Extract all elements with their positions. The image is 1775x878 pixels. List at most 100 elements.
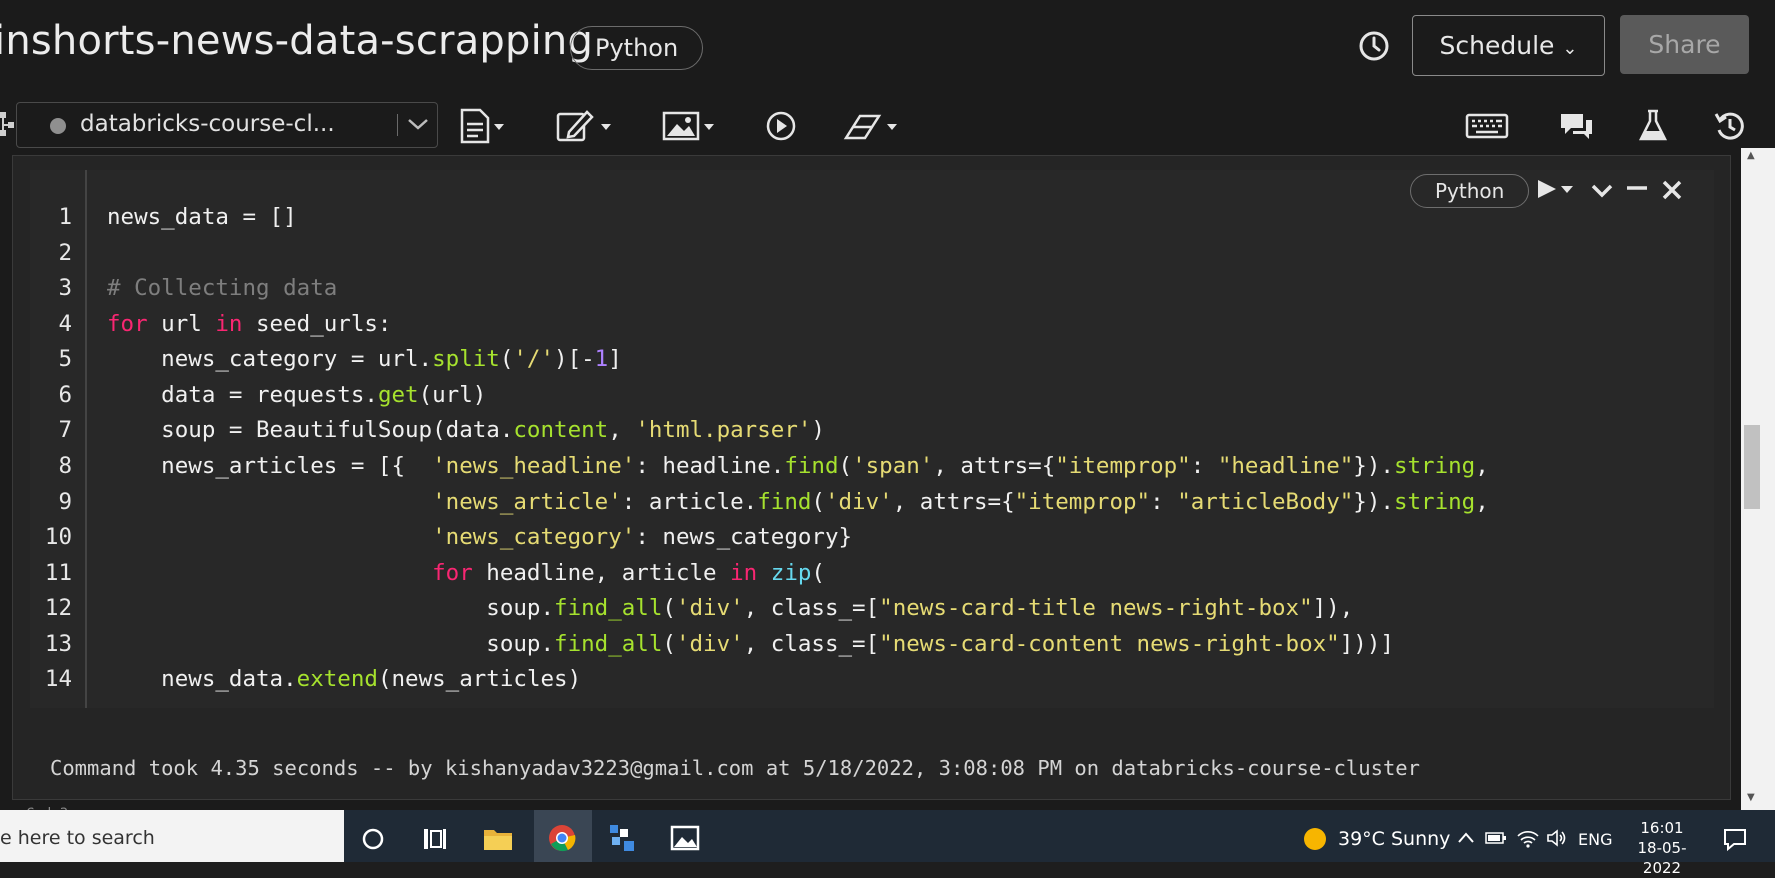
- edit-icon[interactable]: [555, 108, 617, 144]
- code-token: split: [432, 346, 500, 372]
- schedule-button[interactable]: Schedule ⌄: [1412, 15, 1605, 76]
- code-token: string: [1393, 453, 1476, 479]
- chevron-down-icon: ⌄: [1562, 38, 1578, 59]
- code-token: }).: [1353, 489, 1394, 515]
- code-token: )[-: [554, 346, 595, 372]
- code-token: # Collecting data: [107, 275, 338, 301]
- input-language[interactable]: ENG: [1578, 830, 1612, 849]
- code-token: news_articles = [{: [107, 453, 433, 479]
- line-number: 11: [44, 560, 72, 586]
- code-token: 'div': [675, 631, 744, 657]
- run-cell-icon[interactable]: [1536, 178, 1576, 200]
- app-grid-icon[interactable]: [608, 823, 638, 853]
- code-token: zip: [770, 560, 812, 586]
- code-token: :: [1190, 453, 1218, 479]
- chrome-icon[interactable]: [547, 823, 577, 853]
- volume-icon[interactable]: [1546, 828, 1568, 848]
- code-line-1: news_data = []: [107, 204, 297, 230]
- line-number: 2: [58, 240, 72, 266]
- code-token: soup.: [107, 631, 555, 657]
- battery-icon[interactable]: [1484, 830, 1508, 846]
- code-token: news_category = url.: [107, 346, 433, 372]
- chevron-down-icon[interactable]: [406, 116, 430, 132]
- code-token: , attrs={: [892, 489, 1015, 515]
- notifications-icon[interactable]: [1722, 826, 1748, 852]
- weather-text[interactable]: 39°C Sunny: [1338, 828, 1450, 850]
- code-token: 'span': [852, 453, 934, 479]
- line-number: 5: [58, 346, 72, 372]
- code-token: for: [432, 560, 473, 586]
- line-number: 13: [44, 631, 72, 657]
- clock-date: 18-05-2022: [1637, 839, 1687, 877]
- run-icon[interactable]: [764, 108, 798, 144]
- close-icon[interactable]: [1660, 178, 1684, 202]
- minimize-icon[interactable]: [1625, 180, 1649, 200]
- revision-history-icon[interactable]: [1714, 108, 1746, 144]
- code-token: (: [811, 489, 825, 515]
- code-token: '/': [513, 346, 555, 372]
- scrollbar-thumb[interactable]: [1744, 425, 1760, 509]
- code-token: (news_articles): [377, 666, 582, 692]
- weather-sun-icon: [1304, 828, 1326, 850]
- code-token: :: [1150, 489, 1178, 515]
- code-line-10: 'news_category': news_category}: [107, 524, 852, 550]
- code-token: : headline.: [635, 453, 785, 479]
- eraser-icon[interactable]: [843, 108, 901, 144]
- code-token: : news_category}: [635, 524, 853, 550]
- line-number: 8: [58, 453, 72, 479]
- image-icon[interactable]: [662, 108, 720, 144]
- code-token: ]),: [1312, 595, 1354, 621]
- code-token: ]))]: [1339, 631, 1394, 657]
- notebook-language-badge[interactable]: Python: [570, 26, 704, 70]
- notebook-title[interactable]: inshorts-news-data-scrapping: [0, 18, 593, 64]
- cluster-tree-icon: [0, 112, 14, 136]
- chevron-down-icon[interactable]: [1590, 180, 1614, 200]
- code-token: data = requests.: [107, 382, 378, 408]
- cortana-icon[interactable]: [360, 826, 386, 852]
- share-button[interactable]: Share: [1620, 15, 1749, 74]
- task-view-icon[interactable]: [422, 826, 448, 852]
- code-token: , attrs={: [933, 453, 1056, 479]
- line-number: 3: [58, 275, 72, 301]
- code-token: }).: [1353, 453, 1394, 479]
- code-line-4: for url in seed_urls:: [107, 311, 391, 337]
- code-token: find_all: [554, 595, 663, 621]
- code-token: (: [838, 453, 853, 479]
- code-token: find: [784, 453, 839, 479]
- chevron-up-icon[interactable]: [1456, 830, 1476, 846]
- code-token: 'div': [824, 489, 893, 515]
- scroll-up-arrow[interactable]: ▲: [1747, 150, 1755, 161]
- line-number: 6: [58, 382, 72, 408]
- code-line-12: soup.find_all('div', class_=["news-card-…: [107, 595, 1353, 621]
- code-line-3: # Collecting data: [107, 275, 337, 301]
- code-token: in: [730, 560, 758, 586]
- cell-language-badge[interactable]: Python: [1410, 174, 1530, 208]
- code-token: news_data = []: [107, 204, 297, 230]
- code-token: "news-card-title news-right-box": [879, 595, 1313, 621]
- code-token: (: [811, 560, 825, 586]
- command-result: Command took 4.35 seconds -- by kishanya…: [50, 756, 1420, 780]
- code-token: (: [499, 346, 514, 372]
- scroll-down-arrow[interactable]: ▼: [1747, 792, 1755, 803]
- code-token: soup = BeautifulSoup(data.: [107, 417, 514, 443]
- code-token: in: [215, 311, 243, 337]
- line-number: 9: [58, 489, 72, 515]
- code-token: 'news_article': [432, 489, 622, 515]
- flask-icon[interactable]: [1638, 108, 1668, 144]
- history-icon[interactable]: [1357, 29, 1391, 63]
- code-line-7: soup = BeautifulSoup(data.content, 'html…: [107, 417, 825, 443]
- code-token: 'news_headline': [432, 453, 636, 479]
- code-token: ,: [1475, 453, 1489, 479]
- file-icon[interactable]: [458, 108, 510, 144]
- wifi-icon[interactable]: [1516, 828, 1540, 848]
- keyboard-icon[interactable]: [1465, 108, 1509, 144]
- comments-icon[interactable]: [1557, 108, 1595, 144]
- taskbar-clock[interactable]: 16:01 18-05-2022: [1626, 818, 1698, 878]
- photos-icon[interactable]: [670, 824, 700, 852]
- code-token: find_all: [554, 631, 663, 657]
- code-token: find: [757, 489, 812, 515]
- file-explorer-icon[interactable]: [482, 824, 514, 852]
